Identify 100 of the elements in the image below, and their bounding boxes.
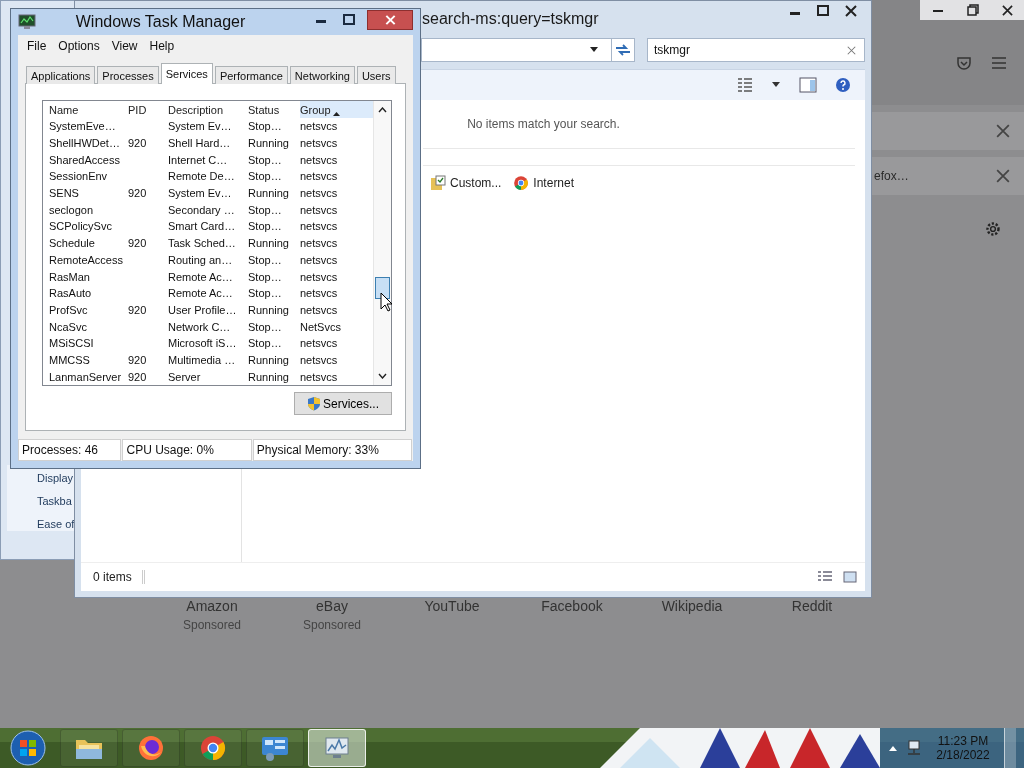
site-name[interactable]: eBay [316, 598, 348, 614]
firefox-icon [137, 734, 165, 762]
table-cell-text: Running [248, 137, 290, 150]
tab[interactable]: Performance [214, 66, 288, 84]
restore-icon[interactable] [966, 4, 979, 16]
table-cell-text: SENS [49, 187, 80, 200]
table-cell-text: netsvcs [300, 253, 339, 266]
dropdown-caret-icon[interactable] [771, 82, 781, 88]
status-pane: Physical Memory: 33% [252, 439, 412, 461]
close-icon[interactable] [845, 5, 857, 17]
maximize-icon[interactable] [343, 14, 355, 26]
app-icon [18, 14, 36, 30]
menu-item[interactable]: Options [52, 39, 106, 53]
table-cell-text: netsvcs [300, 137, 339, 150]
search-field[interactable]: tskmgr [647, 38, 865, 62]
table-cell-text: netsvcs [300, 270, 339, 283]
show-hidden-icons-icon[interactable] [888, 745, 898, 751]
table-cell-text: Remote Ac… [168, 287, 234, 300]
pocket-icon[interactable] [956, 55, 972, 71]
table-cell-text: netsvcs [300, 353, 339, 366]
help-icon[interactable] [835, 77, 851, 93]
site-name[interactable]: Wikipedia [661, 598, 723, 614]
table-cell-text: netsvcs [300, 203, 339, 216]
table-cell-text: Microsoft iS… [168, 337, 238, 350]
column-header[interactable]: PID [128, 101, 168, 118]
close-icon[interactable] [1001, 4, 1013, 16]
menu-item[interactable]: File [21, 39, 53, 53]
item-count: 0 items [93, 570, 145, 584]
table-cell-text: Stop… [248, 337, 283, 350]
table-cell-text: Stop… [248, 120, 283, 133]
settings-icon[interactable] [984, 220, 1002, 238]
tab[interactable]: Users [356, 66, 396, 84]
site-name[interactable]: Reddit [791, 598, 833, 614]
window-title: Windows Task Manager [74, 13, 247, 31]
table-cell-text: Remote De… [168, 170, 236, 183]
taskbar-button[interactable] [122, 729, 180, 767]
mouse-pointer-icon [380, 292, 393, 312]
scrollbar[interactable] [373, 101, 391, 385]
settings-link[interactable]: Taskba [37, 494, 74, 508]
column-header[interactable]: Name [49, 101, 128, 118]
table-cell-text: Stop… [248, 170, 283, 183]
taskbar-button[interactable] [246, 729, 304, 767]
menu-item[interactable]: View [105, 39, 144, 53]
table-cell-text: User Profile… [168, 303, 238, 316]
dropdown-caret-icon[interactable] [589, 47, 599, 53]
table-cell-text: RasMan [49, 270, 91, 283]
settings-link[interactable]: Display [37, 471, 74, 485]
tab[interactable]: Services [160, 63, 213, 84]
scroll-up-icon[interactable] [378, 107, 387, 113]
scroll-thumb[interactable] [375, 277, 390, 299]
table-cell-text: Stop… [248, 270, 283, 283]
table-cell-text: Running [248, 237, 290, 250]
thumbnail-view-icon[interactable] [843, 571, 857, 583]
table-cell-text: Stop… [248, 220, 283, 233]
sort-arrow-icon [332, 111, 340, 116]
table-cell-text: Smart Card… [168, 220, 237, 233]
taskbar-button[interactable] [184, 729, 242, 767]
column-header[interactable]: Description [168, 101, 248, 118]
table-cell-text: netsvcs [300, 170, 339, 183]
close-button[interactable] [367, 10, 413, 30]
table-cell-text: 920 [128, 187, 148, 200]
view-list-icon[interactable] [737, 77, 753, 93]
table-cell-text: SystemEve… [49, 120, 117, 133]
settings-link[interactable]: Ease of [37, 517, 74, 531]
site-name[interactable]: Facebook [541, 598, 603, 614]
table-cell-text: Remote Ac… [168, 270, 234, 283]
table-cell-text: Network C… [168, 320, 232, 333]
table-cell-text: Shell Hard… [168, 137, 232, 150]
start-button[interactable] [8, 729, 48, 767]
clear-icon[interactable] [847, 45, 856, 55]
table-cell-text: Stop… [248, 253, 283, 266]
menu-item[interactable]: Help [143, 39, 181, 53]
tab[interactable]: Applications [26, 66, 96, 84]
column-header[interactable]: Group [300, 101, 373, 118]
search-location-link[interactable]: Custom... [430, 175, 502, 191]
network-icon[interactable] [906, 740, 922, 756]
table-cell-text: MSiSCSI [49, 337, 95, 350]
site-name[interactable]: YouTube [424, 598, 480, 614]
empty-message: No items match your search. [467, 117, 620, 131]
table-cell-text: Stop… [248, 153, 283, 166]
table-cell-text: MMCSS [49, 353, 91, 366]
details-view-icon[interactable] [817, 571, 833, 583]
site-name[interactable]: Amazon [186, 598, 238, 614]
maximize-icon[interactable] [817, 5, 829, 17]
status-pane: Processes: 46 [18, 439, 122, 461]
table-cell-text: Running [248, 187, 290, 200]
services-button[interactable]: Services... [294, 392, 392, 415]
table-cell-text: netsvcs [300, 370, 339, 383]
window-title: search-ms:query=tskmgr [422, 10, 599, 28]
table-cell-text: Routing an… [168, 253, 234, 266]
table-cell-text: netsvcs [300, 337, 339, 350]
address-field[interactable] [421, 38, 635, 62]
table-cell-text: ShellHWDet… [49, 137, 121, 150]
taskbar-button[interactable] [60, 729, 118, 767]
tab[interactable]: Processes [97, 66, 159, 84]
column-header[interactable]: Status [248, 101, 300, 118]
search-location-link[interactable]: Internet [513, 175, 575, 191]
scroll-down-icon[interactable] [378, 373, 387, 379]
menu-icon[interactable] [991, 56, 1007, 70]
tab[interactable]: Networking [289, 66, 355, 84]
